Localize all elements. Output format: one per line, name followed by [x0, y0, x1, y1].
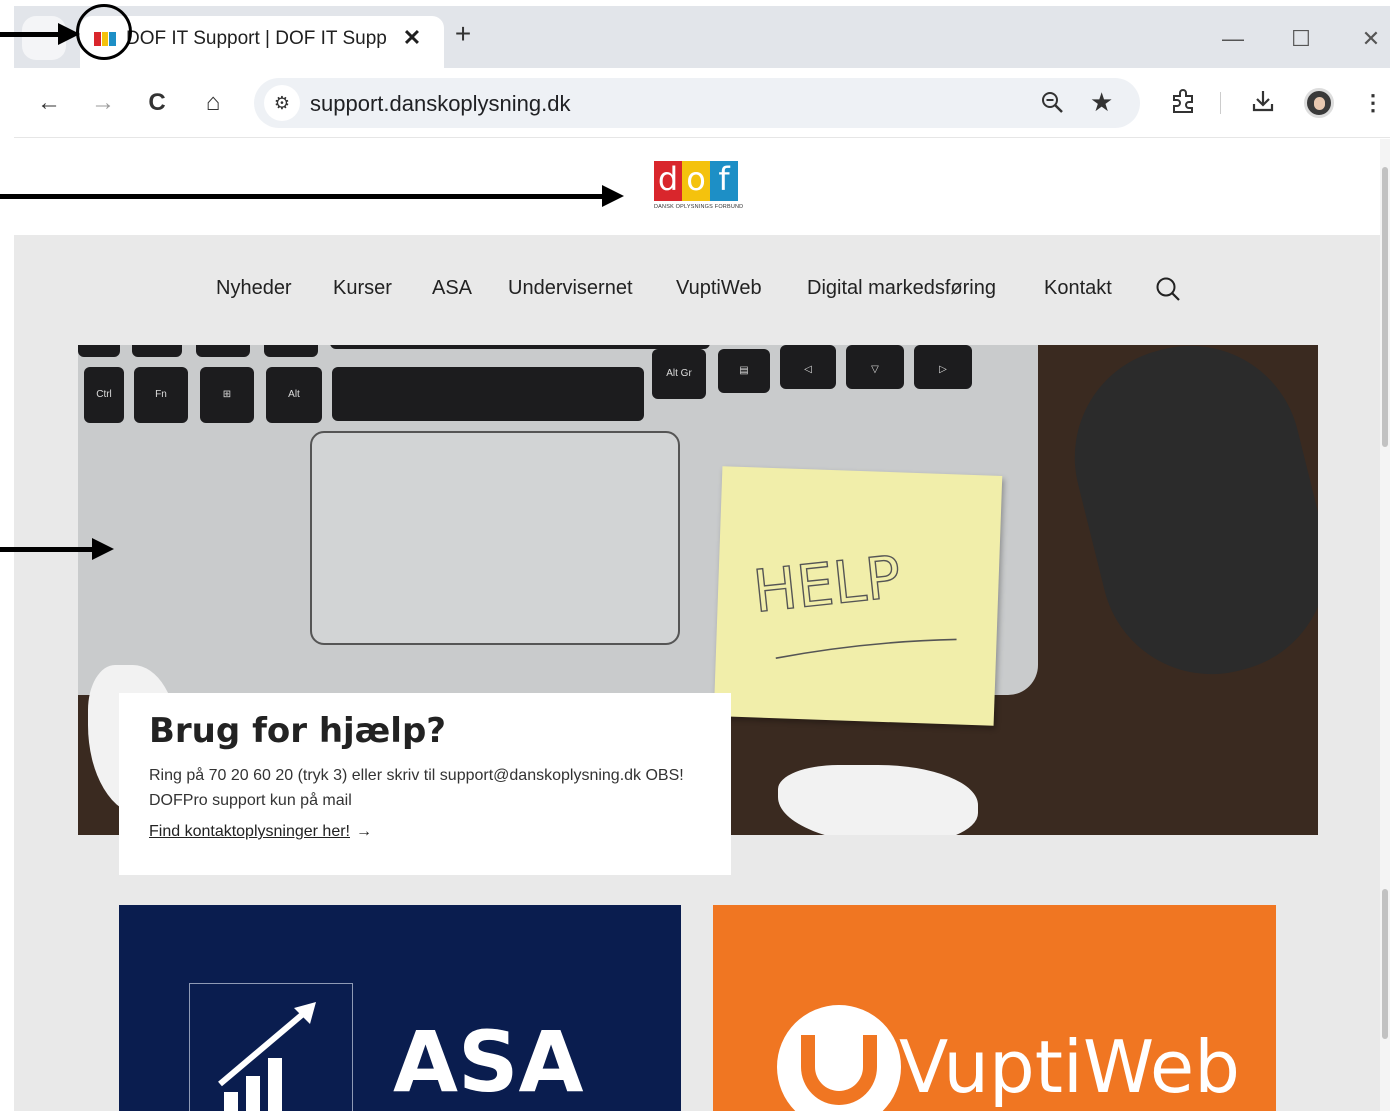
help-card-text: Ring på 70 20 60 20 (tryk 3) eller skriv…	[149, 767, 684, 809]
dof-logo[interactable]: d o f DANSK OPLYSNINGS FORBUND	[654, 161, 744, 211]
help-card: Brug for hjælp? Ring på 70 20 60 20 (try…	[119, 693, 731, 875]
minimize-button[interactable]: —	[1218, 24, 1248, 54]
forward-button[interactable]: →	[88, 88, 118, 118]
main-navigation: Nyheder Kurser ASA Undervisernet VuptiWe…	[14, 277, 1380, 307]
scrollbar-thumb[interactable]	[1382, 167, 1388, 447]
ctrl-key: Ctrl	[84, 367, 124, 423]
fn-key: Fn	[134, 367, 188, 423]
tab-active[interactable]: DOF IT Support | DOF IT Support ✕	[80, 16, 444, 68]
title-bar: DOF IT Support | DOF IT Support ✕ + — ☐ …	[14, 6, 1390, 68]
close-window-button[interactable]: ✕	[1356, 24, 1386, 54]
arrow-right-icon: →	[356, 823, 372, 840]
site-info-icon[interactable]: ⚙	[264, 85, 300, 121]
space-key	[332, 367, 644, 421]
extensions-icon[interactable]	[1168, 88, 1198, 118]
nav-item-undervisernet[interactable]: Undervisernet	[508, 277, 633, 300]
sticky-note-graphic: HELP	[713, 466, 1003, 726]
tab-title: DOF IT Support | DOF IT Support	[126, 28, 386, 49]
address-bar[interactable]: ⚙ support.danskoplysning.dk ★	[254, 78, 1140, 128]
nav-item-kurser[interactable]: Kurser	[333, 277, 392, 300]
close-tab-icon[interactable]: ✕	[398, 24, 426, 52]
sticky-note-text: HELP	[750, 543, 904, 626]
scrollbar-thumb-secondary[interactable]	[1382, 889, 1388, 1039]
alt-key: Alt	[266, 367, 322, 423]
browser-window: DOF IT Support | DOF IT Support ✕ + — ☐ …	[0, 0, 1390, 1111]
download-icon[interactable]	[1248, 88, 1278, 118]
new-tab-button[interactable]: +	[448, 20, 478, 50]
windows-key: ⊞	[200, 367, 254, 423]
asa-label: ASA	[393, 1013, 584, 1111]
nav-item-nyheder[interactable]: Nyheder	[216, 277, 292, 300]
home-button[interactable]: ⌂	[198, 88, 228, 118]
kebab-menu-icon[interactable]: ⋮	[1358, 88, 1388, 118]
site-header: d o f DANSK OPLYSNINGS FORBUND	[14, 139, 1380, 235]
logo-letter-o: o	[682, 161, 710, 201]
star-icon[interactable]: ★	[1090, 87, 1113, 118]
vuptiweb-tile[interactable]: VuptiWeb	[713, 905, 1276, 1111]
nav-item-vuptiweb[interactable]: VuptiWeb	[676, 277, 762, 300]
trackpad-graphic	[310, 431, 680, 645]
asa-logo-frame	[189, 983, 353, 1111]
annotation-arrow-logo	[0, 185, 624, 207]
mouse-graphic	[1051, 345, 1318, 698]
contact-info-link[interactable]: Find kontaktoplysninger her!	[149, 823, 350, 841]
arrow-left-key: ◁	[780, 345, 836, 389]
nav-item-digital-markedsforing[interactable]: Digital markedsføring	[807, 277, 996, 300]
logo-letter-f: f	[710, 161, 738, 201]
toolbar-separator	[1220, 92, 1221, 114]
page-scrollbar[interactable]	[1380, 139, 1390, 1111]
annotation-arrow-favicon	[0, 23, 80, 45]
annotation-arrow-hero	[0, 538, 114, 560]
vuptiweb-label: VuptiWeb	[899, 1025, 1240, 1109]
url-text[interactable]: support.danskoplysning.dk	[310, 91, 571, 117]
browser-toolbar: ← → C ⌂ ⚙ support.danskoplysning.dk ★ ⋮	[14, 68, 1390, 138]
arrow-right-key: ▷	[914, 345, 972, 389]
altgr-key: Alt Gr	[652, 349, 706, 399]
vuptiweb-logo-icon	[777, 1005, 901, 1111]
web-page: d o f DANSK OPLYSNINGS FORBUND Nyheder K…	[14, 139, 1380, 1111]
search-icon[interactable]	[1154, 275, 1182, 303]
nav-item-kontakt[interactable]: Kontakt	[1044, 277, 1112, 300]
paper-ball-graphic	[778, 765, 978, 835]
help-card-title: Brug for hjælp?	[149, 711, 447, 751]
profile-avatar[interactable]	[1304, 88, 1334, 118]
asa-tile[interactable]: ASA	[119, 905, 681, 1111]
annotation-circle-favicon	[76, 4, 132, 60]
reload-button[interactable]: C	[142, 88, 172, 118]
menu-key: ▤	[718, 349, 770, 393]
window-edge	[0, 0, 14, 1111]
growth-chart-icon	[218, 1002, 316, 1111]
maximize-button[interactable]: ☐	[1286, 24, 1316, 54]
arrow-down-key: ▽	[846, 345, 904, 389]
logo-subtitle: DANSK OPLYSNINGS FORBUND	[654, 204, 744, 210]
zoom-icon[interactable]	[1040, 90, 1064, 120]
back-button[interactable]: ←	[34, 88, 64, 118]
logo-letter-d: d	[654, 161, 682, 201]
nav-item-asa[interactable]: ASA	[432, 277, 472, 300]
